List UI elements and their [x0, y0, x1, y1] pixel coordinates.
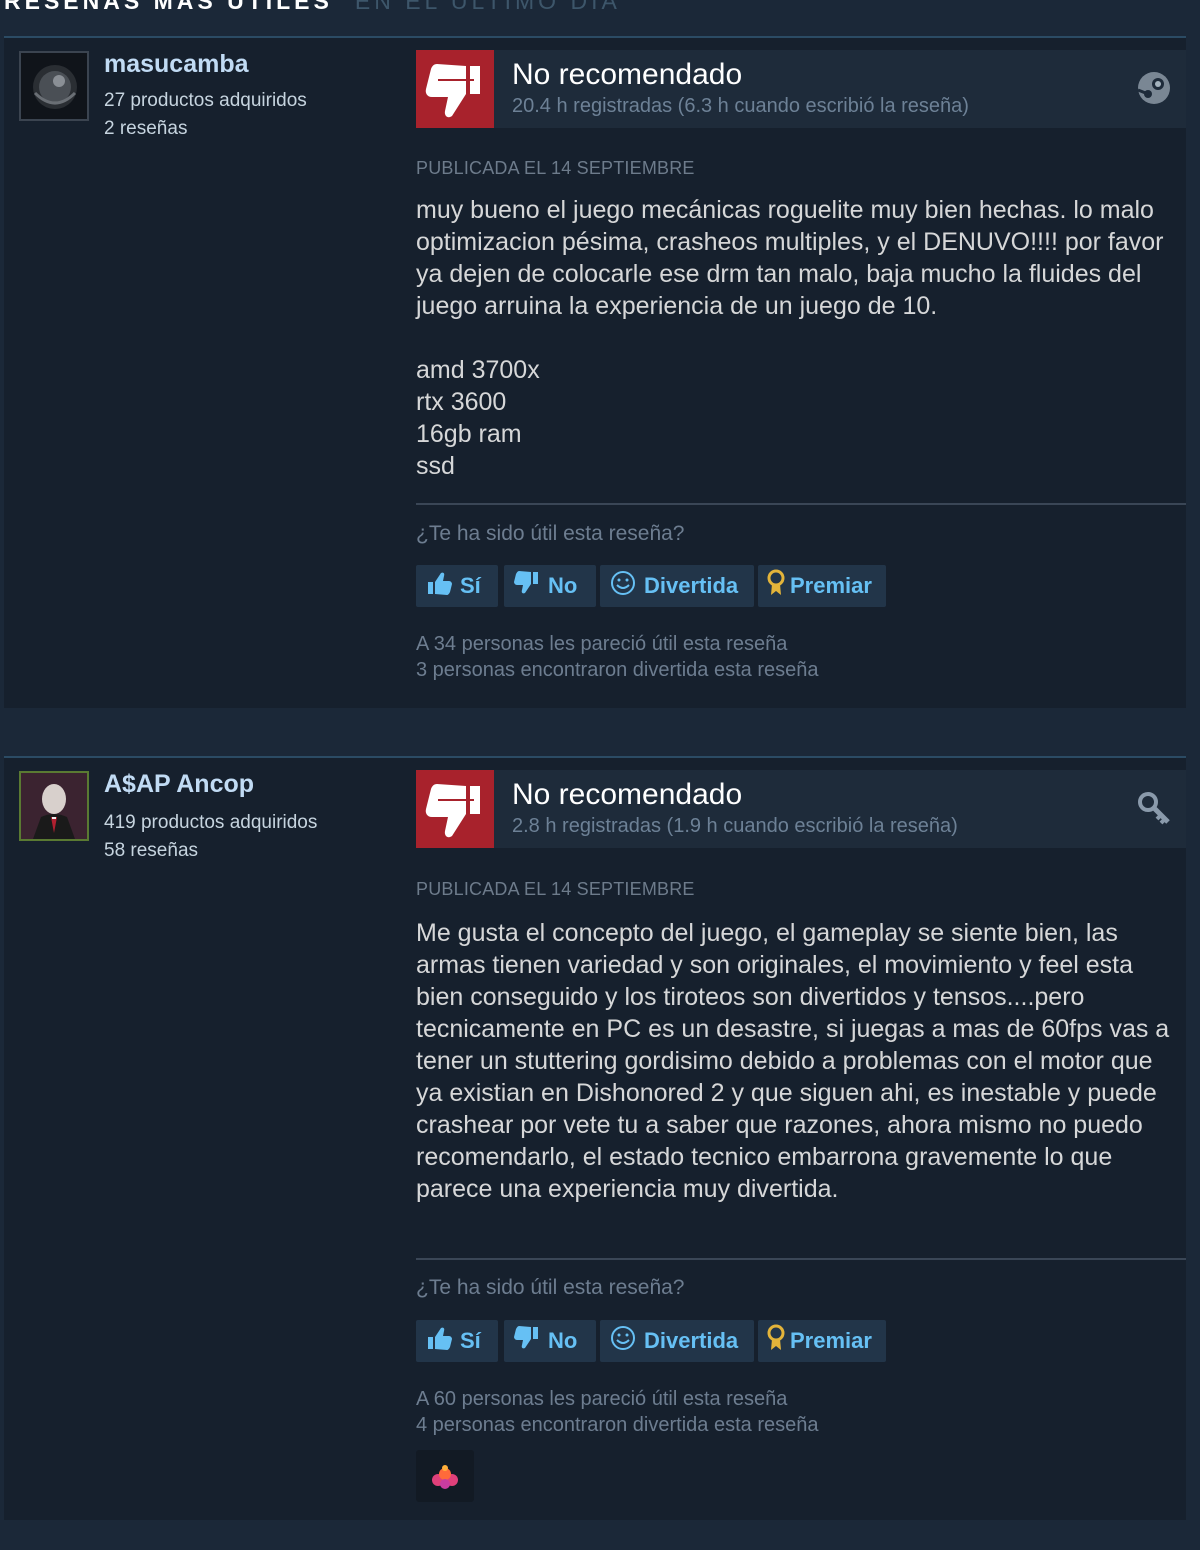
avatar[interactable]	[19, 771, 89, 841]
vote-yes-label: Sí	[460, 573, 481, 598]
funny-count-text: 4 personas encontraron divertida esta re…	[416, 1414, 819, 1436]
vote-yes-label: Sí	[460, 1328, 481, 1353]
author-name[interactable]: A$AP Ancop	[104, 770, 254, 799]
award-button[interactable]: Premiar	[758, 565, 886, 607]
vote-funny-button[interactable]: Divertida	[600, 565, 754, 607]
review-card: A$AP Ancop 419 productos adquiridos 58 r…	[4, 758, 1186, 1520]
funny-count-text: 3 personas encontraron divertida esta re…	[416, 659, 819, 681]
vote-header[interactable]: No recomendado 2.8 h registradas (1.9 h …	[416, 770, 1186, 848]
playtime-hours: 20.4 h registradas (6.3 h cuando escribi…	[512, 95, 969, 117]
thumbs-up-icon	[426, 1326, 452, 1356]
vote-no-label: No	[548, 573, 578, 598]
verdict-title[interactable]: No recomendado	[512, 58, 742, 92]
author-reviews-count: 58 reseñas	[104, 840, 199, 861]
avatar-image	[21, 773, 87, 839]
vote-no-label: No	[548, 1328, 578, 1353]
avatar-image	[21, 53, 87, 119]
vote-funny-label: Divertida	[644, 573, 739, 598]
key-icon	[1138, 792, 1170, 825]
helpful-question: ¿Te ha sido útil esta reseña?	[416, 522, 685, 545]
section-header: RESEÑAS MÁS ÚTILES EN EL ÚLTIMO DÍA	[4, 0, 621, 18]
playtime-hours: 2.8 h registradas (1.9 h cuando escribió…	[512, 815, 958, 837]
section-title: RESEÑAS MÁS ÚTILES	[4, 0, 333, 14]
thumbs-down-icon	[416, 770, 494, 848]
thumbs-down-small-icon	[514, 1326, 540, 1356]
review-card: masucamba 27 productos adquiridos 2 rese…	[4, 38, 1186, 708]
author-products: 27 productos adquiridos	[104, 90, 307, 111]
helpful-count-text: A 60 personas les pareció útil esta rese…	[416, 1388, 788, 1410]
award-reaction-icon[interactable]	[416, 1450, 474, 1502]
vote-funny-button[interactable]: Divertida	[600, 1320, 754, 1362]
review-body: Me gusta el concepto del juego, el gamep…	[416, 917, 1176, 1205]
smiley-icon	[610, 1325, 636, 1357]
award-label: Premiar	[790, 573, 872, 598]
helpful-question: ¿Te ha sido útil esta reseña?	[416, 1276, 685, 1299]
helpful-stats: A 34 personas les pareció útil esta rese…	[416, 631, 818, 683]
review-text: Me gusta el concepto del juego, el gamep…	[416, 919, 1170, 1203]
author-products: 419 productos adquiridos	[104, 812, 318, 833]
thumbs-down-icon	[416, 50, 494, 128]
vote-no-button[interactable]: No	[504, 1320, 596, 1362]
vote-header[interactable]: No recomendado 20.4 h registradas (6.3 h…	[416, 50, 1186, 128]
posted-date: PUBLICADA EL 14 SEPTIEMBRE	[416, 879, 695, 899]
verdict-title[interactable]: No recomendado	[512, 778, 742, 812]
posted-date: PUBLICADA EL 14 SEPTIEMBRE	[416, 158, 695, 178]
spec-line: 16gb ram	[416, 420, 522, 448]
helpful-count-text: A 34 personas les pareció útil esta rese…	[416, 633, 788, 655]
award-ribbon-icon	[766, 1324, 786, 1358]
author-name[interactable]: masucamba	[104, 50, 249, 79]
helpful-stats: A 60 personas les pareció útil esta rese…	[416, 1386, 818, 1438]
vote-yes-button[interactable]: Sí	[416, 565, 498, 607]
review-divider	[416, 1258, 1186, 1260]
review-divider	[416, 503, 1186, 505]
spec-line: ssd	[416, 452, 455, 480]
smiley-icon	[610, 570, 636, 602]
award-button[interactable]: Premiar	[758, 1320, 886, 1362]
spec-line: amd 3700x	[416, 356, 540, 384]
avatar[interactable]	[19, 51, 89, 121]
award-label: Premiar	[790, 1328, 872, 1353]
thumbs-down-small-icon	[514, 571, 540, 601]
section-subtitle: EN EL ÚLTIMO DÍA	[354, 0, 621, 14]
vote-funny-label: Divertida	[644, 1328, 739, 1353]
vote-yes-button[interactable]: Sí	[416, 1320, 498, 1362]
author-reviews-count: 2 reseñas	[104, 118, 188, 139]
award-ribbon-icon	[766, 569, 786, 603]
thumbs-up-icon	[426, 571, 452, 601]
steam-icon	[1137, 72, 1170, 104]
vote-no-button[interactable]: No	[504, 565, 596, 607]
review-body: muy bueno el juego mecánicas roguelite m…	[416, 194, 1176, 482]
spec-line: rtx 3600	[416, 388, 507, 416]
review-text: muy bueno el juego mecánicas roguelite m…	[416, 196, 1164, 320]
